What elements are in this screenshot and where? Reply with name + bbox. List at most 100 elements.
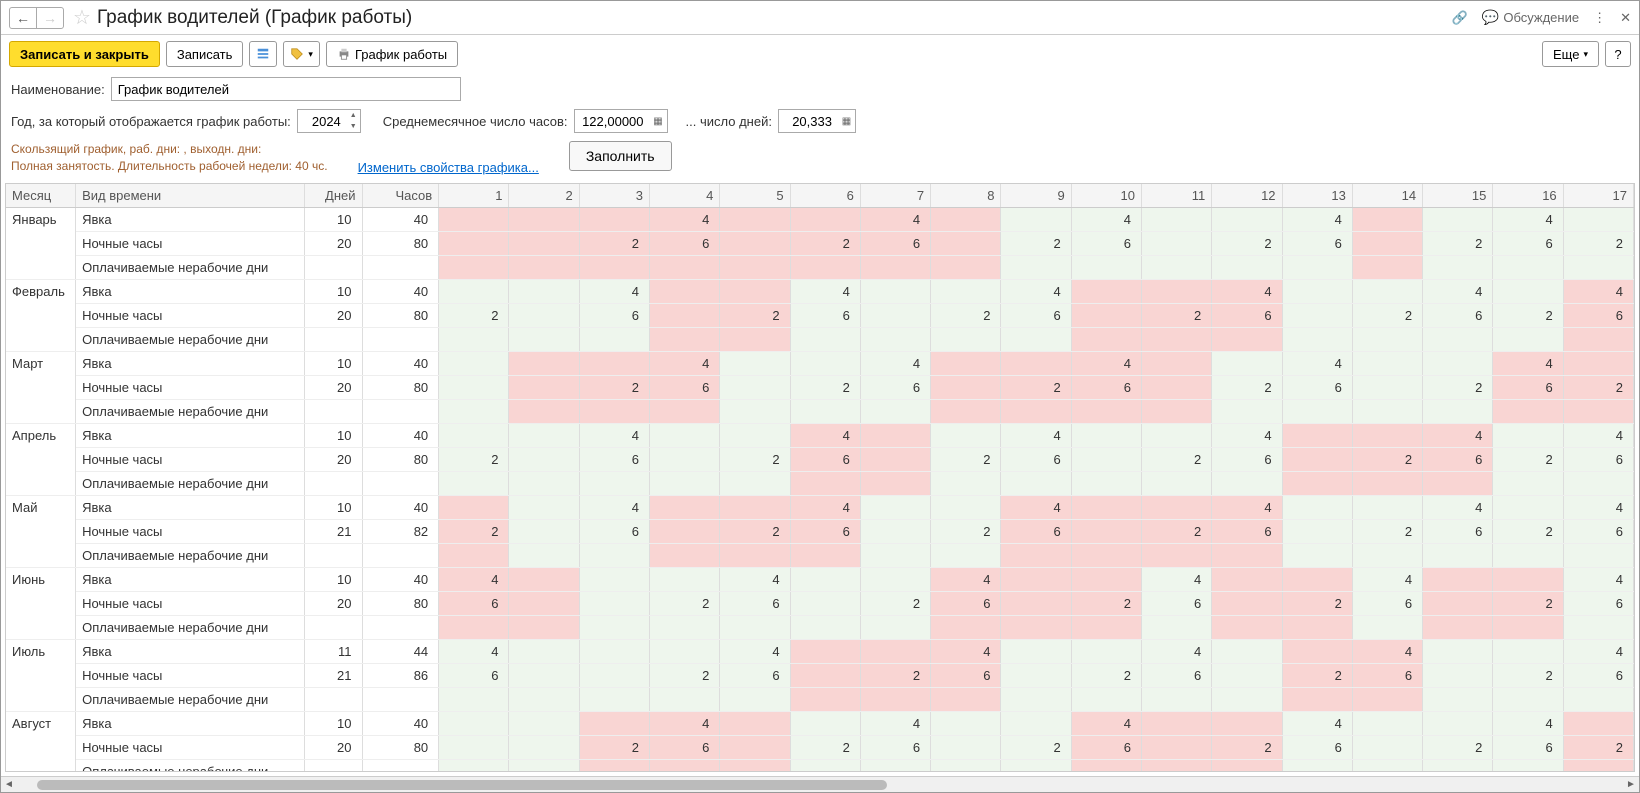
day-cell[interactable]: 2 <box>720 304 790 328</box>
day-cell[interactable] <box>509 736 579 760</box>
day-cell[interactable] <box>860 688 930 712</box>
day-cell[interactable] <box>1282 520 1352 544</box>
day-cell[interactable] <box>1141 376 1211 400</box>
day-cell[interactable] <box>579 640 649 664</box>
day-cell[interactable] <box>1352 256 1422 280</box>
day-cell[interactable] <box>1071 328 1141 352</box>
day-cell[interactable] <box>509 712 579 736</box>
day-cell[interactable] <box>720 472 790 496</box>
day-cell[interactable]: 6 <box>790 448 860 472</box>
day-cell[interactable] <box>1071 568 1141 592</box>
day-cell[interactable]: 4 <box>1282 208 1352 232</box>
day-cell[interactable] <box>579 352 649 376</box>
day-cell[interactable]: 6 <box>650 736 720 760</box>
day-cell[interactable]: 6 <box>1493 232 1563 256</box>
day-cell[interactable]: 2 <box>1212 232 1282 256</box>
day-cell[interactable] <box>1141 352 1211 376</box>
day-cell[interactable] <box>650 568 720 592</box>
day-cell[interactable] <box>931 328 1001 352</box>
day-cell[interactable]: 4 <box>1001 424 1071 448</box>
favorite-star-icon[interactable]: ☆ <box>73 5 91 30</box>
grid-header-day[interactable]: 12 <box>1212 184 1282 208</box>
day-cell[interactable] <box>790 592 860 616</box>
day-cell[interactable]: 6 <box>1071 232 1141 256</box>
day-cell[interactable]: 2 <box>790 736 860 760</box>
day-cell[interactable] <box>1282 256 1352 280</box>
day-cell[interactable] <box>1423 208 1493 232</box>
day-cell[interactable]: 4 <box>720 640 790 664</box>
day-cell[interactable] <box>1141 208 1211 232</box>
day-cell[interactable] <box>1423 400 1493 424</box>
day-cell[interactable] <box>439 280 509 304</box>
day-cell[interactable]: 6 <box>1071 376 1141 400</box>
day-cell[interactable]: 6 <box>931 664 1001 688</box>
day-cell[interactable] <box>1563 208 1633 232</box>
day-cell[interactable]: 4 <box>579 424 649 448</box>
day-cell[interactable]: 6 <box>1141 592 1211 616</box>
day-cell[interactable] <box>1282 544 1352 568</box>
hours-cell[interactable] <box>362 760 439 772</box>
avg-days-input[interactable] <box>778 109 838 133</box>
day-cell[interactable] <box>1493 760 1563 772</box>
day-cell[interactable]: 6 <box>931 592 1001 616</box>
day-cell[interactable] <box>1001 616 1071 640</box>
day-cell[interactable]: 2 <box>439 520 509 544</box>
day-cell[interactable] <box>509 664 579 688</box>
days-cell[interactable]: 20 <box>305 232 363 256</box>
day-cell[interactable]: 2 <box>1493 448 1563 472</box>
hours-cell[interactable] <box>362 616 439 640</box>
day-cell[interactable]: 2 <box>579 232 649 256</box>
day-cell[interactable] <box>439 400 509 424</box>
day-cell[interactable]: 6 <box>1282 736 1352 760</box>
day-cell[interactable] <box>509 400 579 424</box>
day-cell[interactable] <box>1282 616 1352 640</box>
day-cell[interactable] <box>1352 472 1422 496</box>
day-cell[interactable] <box>1212 544 1282 568</box>
day-cell[interactable] <box>1282 448 1352 472</box>
day-cell[interactable] <box>1352 280 1422 304</box>
hours-cell[interactable]: 80 <box>362 592 439 616</box>
day-cell[interactable] <box>931 544 1001 568</box>
day-cell[interactable]: 2 <box>439 304 509 328</box>
day-cell[interactable] <box>1423 616 1493 640</box>
day-cell[interactable] <box>509 544 579 568</box>
day-cell[interactable] <box>931 712 1001 736</box>
day-cell[interactable]: 6 <box>1423 520 1493 544</box>
day-cell[interactable] <box>1001 688 1071 712</box>
day-cell[interactable] <box>509 448 579 472</box>
day-cell[interactable] <box>509 328 579 352</box>
day-cell[interactable]: 4 <box>1493 712 1563 736</box>
day-cell[interactable] <box>1141 280 1211 304</box>
day-cell[interactable] <box>1141 760 1211 772</box>
day-cell[interactable] <box>1141 688 1211 712</box>
day-cell[interactable] <box>1212 712 1282 736</box>
day-cell[interactable] <box>1282 496 1352 520</box>
day-cell[interactable] <box>1141 496 1211 520</box>
day-cell[interactable] <box>650 520 720 544</box>
day-cell[interactable]: 6 <box>650 376 720 400</box>
day-cell[interactable]: 2 <box>1563 232 1633 256</box>
day-cell[interactable] <box>1071 256 1141 280</box>
day-cell[interactable]: 6 <box>1493 376 1563 400</box>
day-cell[interactable] <box>1563 472 1633 496</box>
hours-cell[interactable]: 82 <box>362 520 439 544</box>
grid-header-day[interactable]: 1 <box>439 184 509 208</box>
day-cell[interactable]: 4 <box>931 568 1001 592</box>
day-cell[interactable] <box>1493 256 1563 280</box>
grid-header-day[interactable]: 3 <box>579 184 649 208</box>
grid-header-cell[interactable]: Месяц <box>6 184 76 208</box>
day-cell[interactable] <box>439 376 509 400</box>
day-cell[interactable] <box>1493 544 1563 568</box>
days-cell[interactable]: 20 <box>305 376 363 400</box>
day-cell[interactable]: 2 <box>1212 376 1282 400</box>
day-cell[interactable] <box>1141 328 1211 352</box>
day-cell[interactable] <box>1071 544 1141 568</box>
day-cell[interactable]: 4 <box>860 208 930 232</box>
day-cell[interactable] <box>931 688 1001 712</box>
day-cell[interactable] <box>1282 472 1352 496</box>
hours-cell[interactable]: 40 <box>362 280 439 304</box>
day-cell[interactable] <box>1001 400 1071 424</box>
day-cell[interactable] <box>1141 424 1211 448</box>
tag-dropdown-button[interactable] <box>283 41 320 67</box>
day-cell[interactable] <box>439 232 509 256</box>
